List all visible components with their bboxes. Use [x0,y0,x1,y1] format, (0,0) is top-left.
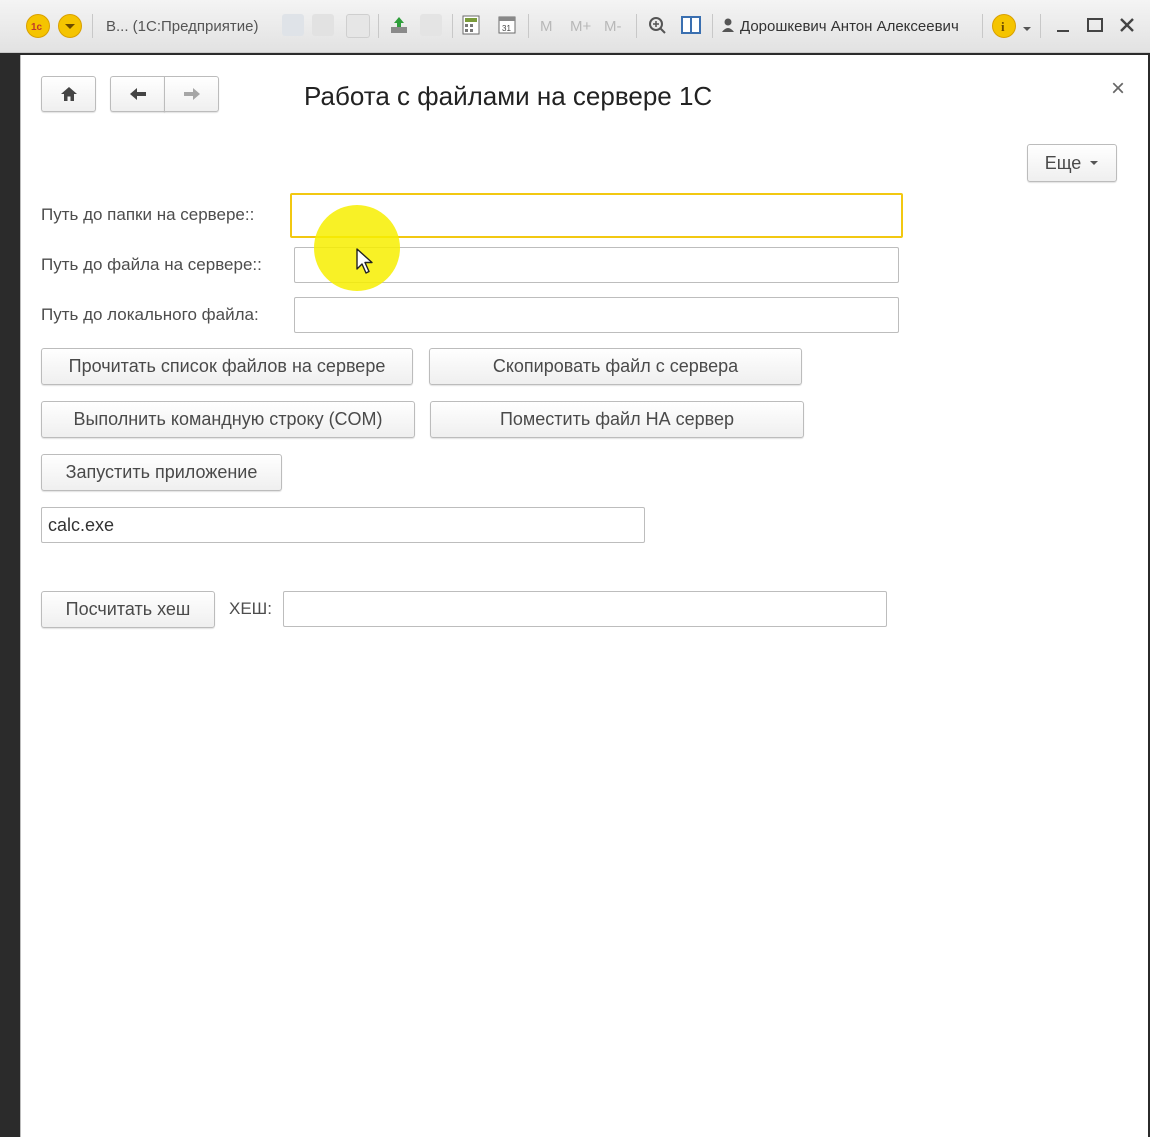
put-to-server-button[interactable]: Поместить файл НА сервер [430,401,804,438]
upload-icon[interactable] [388,14,410,36]
calendar-icon[interactable]: 31 [496,14,518,36]
chevron-down-icon[interactable] [1020,14,1034,36]
arrow-right-icon [183,88,200,100]
panels-icon[interactable] [680,14,702,36]
maximize-icon[interactable] [1084,14,1106,36]
zoom-icon[interactable] [646,14,668,36]
more-button-label: Еще [1044,152,1082,173]
minimize-icon[interactable] [1052,14,1074,36]
close-window-icon[interactable] [1116,14,1138,36]
chevron-down-icon [1090,161,1099,165]
read-file-list-button[interactable]: Прочитать список файлов на сервере [41,348,413,385]
save-icon[interactable] [282,14,304,36]
hash-input[interactable] [283,591,887,627]
separator [528,14,529,38]
preview-icon[interactable] [346,14,370,38]
separator [1040,14,1041,38]
calculator-icon[interactable] [460,14,482,36]
separator [712,14,713,38]
arrow-left-icon [130,88,146,100]
memory-m-minus-button[interactable]: M- [604,0,622,52]
print-icon[interactable] [312,14,334,36]
run-command-line-button[interactable]: Выполнить командную строку (COM) [41,401,415,438]
svg-text:31: 31 [502,24,511,33]
separator [636,14,637,38]
application-input[interactable]: calc.exe [41,507,645,543]
server-folder-label: Путь до папки на сервере:: [41,205,255,224]
form-title: Работа с файлами на сервере 1С [304,81,713,111]
copy-icon[interactable] [420,14,442,36]
app-titlebar: 1c В... (1С:Предприятие) 31 M M+ M- Доро… [0,0,1150,53]
app-title: В... (1С:Предприятие) [106,17,259,35]
memory-m-button[interactable]: M [540,0,553,52]
form-window: Работа с файлами на сервере 1С × Еще Пут… [20,55,1148,1137]
home-button[interactable] [41,76,96,112]
1c-logo-icon[interactable]: 1c [26,14,50,38]
server-file-label: Путь до файла на сервере:: [41,255,262,274]
svg-text:1c: 1c [31,22,43,33]
mouse-pointer-icon [356,248,373,274]
user-icon [720,14,736,36]
local-file-label: Путь до локального файла: [41,305,259,324]
local-file-input[interactable] [294,297,899,333]
forward-button[interactable] [164,76,219,112]
copy-from-server-button[interactable]: Скопировать файл с сервера [429,348,802,385]
separator [452,14,453,38]
svg-text:i: i [1001,19,1005,34]
separator [378,14,379,38]
user-name[interactable]: Дорошкевич Антон Алексеевич [740,0,959,52]
more-button[interactable]: Еще [1027,144,1117,182]
hash-label: ХЕШ: [229,599,272,618]
home-icon [60,87,77,101]
run-application-button[interactable]: Запустить приложение [41,454,282,491]
main-menu-icon[interactable] [58,14,82,38]
calculate-hash-button[interactable]: Посчитать хеш [41,591,215,628]
separator [982,14,983,38]
separator [92,14,93,38]
close-form-icon[interactable]: × [1111,75,1125,103]
memory-m-plus-button[interactable]: M+ [570,0,591,52]
info-icon[interactable]: i [992,14,1016,38]
back-button[interactable] [110,76,165,112]
